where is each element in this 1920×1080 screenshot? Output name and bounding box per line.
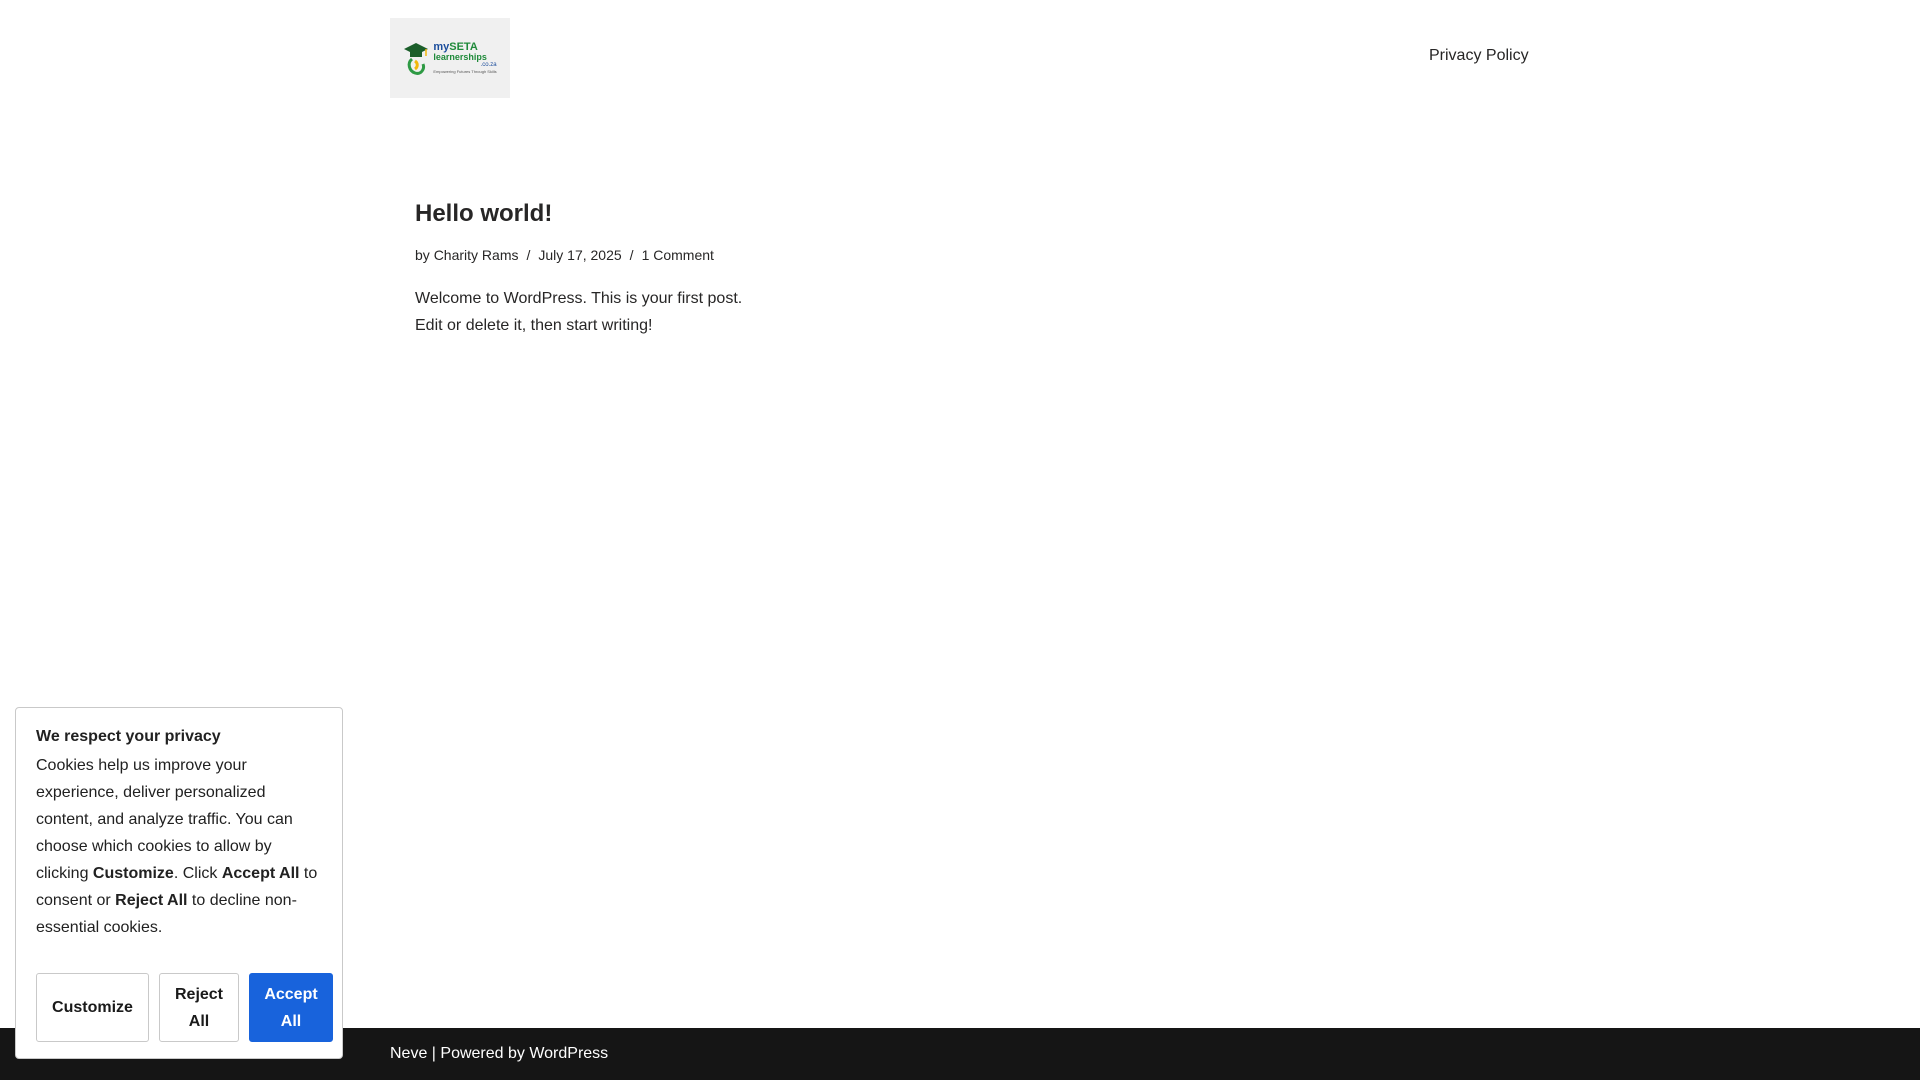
post-date: July 17, 2025 (538, 247, 622, 263)
post-comments-link[interactable]: 1 Comment (642, 247, 714, 263)
desc-customize-emphasis: Customize (92, 865, 174, 882)
footer-separator: | Powered by (427, 1045, 530, 1062)
footer-wordpress-link[interactable]: WordPress (529, 1045, 608, 1062)
reject-all-button[interactable]: Reject All (159, 973, 239, 1042)
post-excerpt: Welcome to WordPress. This is your first… (415, 290, 743, 334)
site-logo[interactable]: mySETA learnerships .co.za Empowering Fu… (390, 18, 510, 98)
logo-line-2: learnerships (433, 52, 487, 62)
footer-credits: Neve | Powered by WordPress (390, 1045, 608, 1063)
post-author-link[interactable]: Charity Rams (434, 247, 519, 263)
site-header: mySETA learnerships .co.za Empowering Fu… (0, 0, 1920, 115)
post-meta: by Charity Rams / July 17, 2025 / 1 Comment (415, 247, 745, 263)
accept-all-button[interactable]: Accept All (249, 973, 333, 1042)
graduation-cap-icon (404, 43, 429, 75)
desc-reject-emphasis: Reject All (115, 892, 188, 909)
cookie-button-group: Customize Reject All Accept All (36, 973, 333, 1042)
meta-separator: / (526, 247, 531, 263)
logo-tagline: Empowering Futures Through Skills (433, 69, 497, 74)
desc-accept-emphasis: Accept All (221, 865, 300, 882)
customize-button[interactable]: Customize (36, 973, 149, 1042)
cookie-banner-title: We respect your privacy (36, 728, 221, 745)
cookie-banner-description: Cookies help us improve your experience,… (36, 757, 318, 936)
cookie-consent-banner: We respect your privacy Cookies help us … (15, 707, 343, 1059)
footer-neve-link[interactable]: Neve (390, 1045, 427, 1062)
post-title-link[interactable]: Hello world! (415, 200, 745, 228)
meta-by: by (415, 247, 430, 263)
logo-line-3: .co.za (480, 62, 497, 68)
blog-post: Hello world! by Charity Rams / July 17, 20… (415, 200, 745, 355)
meta-separator: / (629, 247, 634, 263)
nav-privacy-policy-link[interactable]: Privacy Policy (1429, 47, 1529, 65)
